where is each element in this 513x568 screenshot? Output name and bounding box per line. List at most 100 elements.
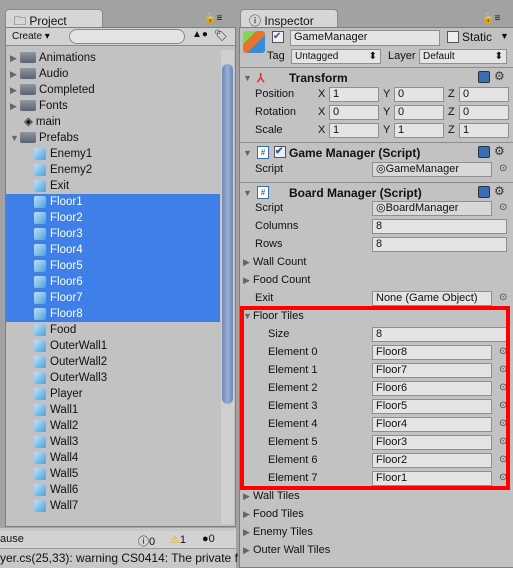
foldout-arrow-icon[interactable]: ▼ (10, 130, 20, 146)
tag-dropdown[interactable]: Untagged ⬍ (291, 49, 381, 64)
label-tag-icon[interactable]: 🏷 (214, 29, 228, 42)
foldout[interactable]: ▶ Wall Tiles (243, 488, 300, 504)
project-item[interactable]: Wall5 (6, 466, 220, 482)
layer-dropdown[interactable]: Default ⬍ (419, 49, 507, 64)
gear-icon[interactable]: ⚙ (494, 144, 505, 158)
project-item[interactable]: Wall4 (6, 450, 220, 466)
project-item[interactable]: Floor7 (6, 290, 220, 306)
foldout-arrow-icon[interactable]: ▶ (243, 254, 253, 270)
project-item[interactable]: OuterWall1 (6, 338, 220, 354)
active-checkbox[interactable]: ✔ (272, 31, 284, 43)
project-item[interactable]: Wall1 (6, 402, 220, 418)
project-item[interactable]: Player (6, 386, 220, 402)
game-manager-header[interactable]: ▼ # ✔ Game Manager (Script) (239, 142, 513, 162)
foldout-arrow-icon[interactable]: ▶ (243, 488, 253, 504)
tab-inspector[interactable]: ⓘ Inspector (240, 9, 338, 28)
project-item[interactable]: Floor1 (6, 194, 220, 210)
foldout-arrow-icon[interactable]: ▼ (243, 183, 252, 203)
foldout-arrow-icon[interactable]: ▶ (243, 524, 253, 540)
foldout[interactable]: ▶ Food Count (243, 272, 310, 288)
tab-project[interactable]: 🗀 Project (5, 9, 103, 28)
foldout[interactable]: ▶ Food Tiles (243, 506, 304, 522)
z-input[interactable]: 0 (459, 87, 509, 102)
foldout-arrow-icon[interactable]: ▶ (10, 66, 20, 82)
help-book-icon[interactable] (478, 146, 490, 158)
y-input[interactable]: 0 (394, 87, 444, 102)
enabled-checkbox[interactable]: ✔ (274, 146, 286, 158)
object-picker-icon[interactable]: ⊙ (499, 202, 507, 213)
foldout-arrow-icon[interactable]: ▶ (10, 82, 20, 98)
x-input[interactable]: 0 (329, 105, 379, 120)
project-item[interactable]: OuterWall3 (6, 370, 220, 386)
project-item[interactable]: Wall3 (6, 434, 220, 450)
foldout-arrow-icon[interactable]: ▶ (243, 542, 253, 558)
foldout-arrow-icon[interactable]: ▶ (10, 50, 20, 66)
help-book-icon[interactable] (478, 186, 490, 198)
error-filter[interactable]: ●0 (202, 533, 215, 545)
project-item[interactable]: Wall6 (6, 482, 220, 498)
z-input[interactable]: 1 (459, 123, 509, 138)
y-input[interactable]: 0 (394, 105, 444, 120)
foldout-arrow-icon[interactable]: ▶ (243, 272, 253, 288)
object-picker-icon[interactable]: ⊙ (499, 163, 507, 174)
scrollbar[interactable] (221, 50, 234, 524)
project-item[interactable]: ▼ Prefabs (6, 130, 220, 146)
board-manager-header[interactable]: ▼ # Board Manager (Script) (239, 182, 513, 202)
lock-icon[interactable]: 🔒≡ (204, 13, 222, 24)
project-item[interactable]: ▶ Fonts (6, 98, 220, 114)
value-field[interactable]: 8 (372, 219, 507, 234)
foldout[interactable]: ▶ Enemy Tiles (243, 524, 313, 540)
project-item[interactable]: ▶ Animations (6, 50, 220, 66)
x-input[interactable]: 1 (329, 123, 379, 138)
item-label: Wall1 (50, 404, 79, 416)
value-field[interactable]: 8 (372, 237, 507, 252)
foldout-arrow-icon[interactable]: ▼ (243, 143, 252, 163)
foldout[interactable]: ▶ Outer Wall Tiles (243, 542, 330, 558)
script-field[interactable]: ◎GameManager (372, 162, 492, 177)
project-item[interactable]: Exit (6, 178, 220, 194)
project-item[interactable]: Floor4 (6, 242, 220, 258)
create-button[interactable]: Create ▾ (12, 29, 50, 45)
value-field[interactable]: None (Game Object) (372, 291, 492, 306)
prefab-icon (34, 403, 46, 416)
project-item[interactable]: Floor2 (6, 210, 220, 226)
project-item[interactable]: Enemy2 (6, 162, 220, 178)
project-item[interactable]: ▶ Completed (6, 82, 220, 98)
object-name-input[interactable]: GameManager (290, 30, 440, 46)
transform-header[interactable]: ▼ ⅄ Transform (239, 67, 513, 87)
project-item[interactable]: ◈ main (6, 114, 220, 130)
error-pause-button[interactable]: ause (0, 533, 24, 545)
y-input[interactable]: 1 (394, 123, 444, 138)
lock-icon[interactable]: 🔒≡ (482, 13, 500, 24)
project-item[interactable]: Floor8 (6, 306, 220, 322)
project-item[interactable]: OuterWall2 (6, 354, 220, 370)
z-input[interactable]: 0 (459, 105, 509, 120)
object-picker-icon[interactable]: ⊙ (499, 292, 507, 303)
project-item[interactable]: Floor6 (6, 274, 220, 290)
gear-icon[interactable]: ⚙ (494, 69, 505, 83)
warning-filter[interactable]: ⚠1 (170, 533, 186, 546)
project-item[interactable]: Food (6, 322, 220, 338)
console-message[interactable]: yer.cs(25,33): warning CS0414: The priva… (0, 551, 238, 565)
project-item[interactable]: ▶ Audio (6, 66, 220, 82)
foldout[interactable]: ▶ Wall Count (243, 254, 306, 270)
project-item[interactable]: Wall2 (6, 418, 220, 434)
foldout-arrow-icon[interactable]: ▶ (10, 98, 20, 114)
scrollbar-thumb[interactable] (222, 64, 233, 404)
foldout-arrow-icon[interactable]: ▶ (243, 506, 253, 522)
layer-value: Default (423, 51, 455, 62)
help-book-icon[interactable] (478, 71, 490, 83)
gear-icon[interactable]: ⚙ (494, 184, 505, 198)
project-item[interactable]: Floor5 (6, 258, 220, 274)
filter-type-icon[interactable]: ▲● (192, 29, 208, 40)
static-dropdown-icon[interactable]: ▼ (500, 31, 509, 41)
foldout-arrow-icon[interactable]: ▼ (243, 68, 252, 88)
project-item[interactable]: Floor3 (6, 226, 220, 242)
project-item[interactable]: Wall7 (6, 498, 220, 514)
project-item[interactable]: Enemy1 (6, 146, 220, 162)
info-filter[interactable]: ⓘ0 (138, 533, 155, 549)
search-input[interactable] (69, 29, 185, 44)
script-field[interactable]: ◎BoardManager (372, 201, 492, 216)
x-input[interactable]: 1 (329, 87, 379, 102)
static-checkbox[interactable] (447, 31, 459, 43)
